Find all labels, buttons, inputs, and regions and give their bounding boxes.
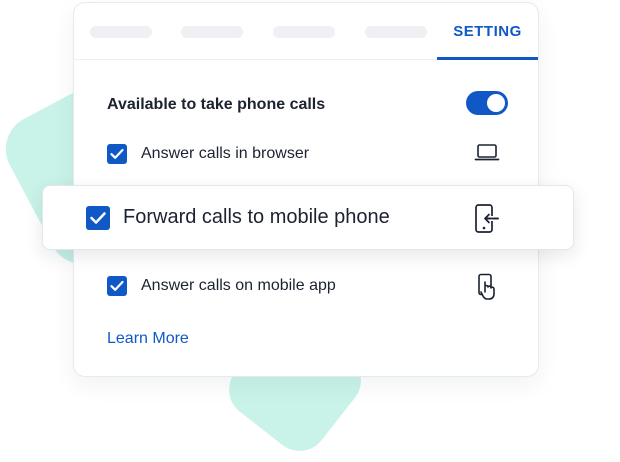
- forward-calls-row: Forward calls to mobile phone: [42, 185, 574, 250]
- check-icon: [90, 212, 106, 224]
- mobile-app-checkbox[interactable]: [107, 276, 127, 296]
- tab-setting[interactable]: SETTING: [437, 3, 538, 60]
- tab-active-underline: [437, 57, 538, 60]
- phone-forward-icon: [475, 204, 499, 233]
- browser-calls-checkbox[interactable]: [107, 144, 127, 164]
- mobile-app-label: Answer calls on mobile app: [141, 277, 336, 294]
- tab-placeholder-3[interactable]: [273, 26, 335, 38]
- phone-tap-icon: [478, 273, 495, 300]
- availability-label: Available to take phone calls: [107, 96, 326, 113]
- tab-setting-label: SETTING: [453, 22, 522, 40]
- tab-placeholder-1[interactable]: [90, 26, 152, 38]
- learn-more-link[interactable]: Learn More: [107, 330, 189, 348]
- toggle-knob: [487, 94, 505, 112]
- check-icon: [110, 280, 124, 291]
- availability-toggle[interactable]: [466, 91, 508, 115]
- browser-calls-label: Answer calls in browser: [141, 145, 310, 162]
- tab-bar: SETTING: [74, 3, 538, 60]
- laptop-icon: [474, 144, 500, 161]
- forward-calls-checkbox[interactable]: [86, 206, 110, 230]
- check-icon: [110, 148, 124, 159]
- tab-placeholder-4[interactable]: [365, 26, 427, 38]
- forward-calls-label: Forward calls to mobile phone: [123, 206, 390, 228]
- tab-placeholder-2[interactable]: [181, 26, 243, 38]
